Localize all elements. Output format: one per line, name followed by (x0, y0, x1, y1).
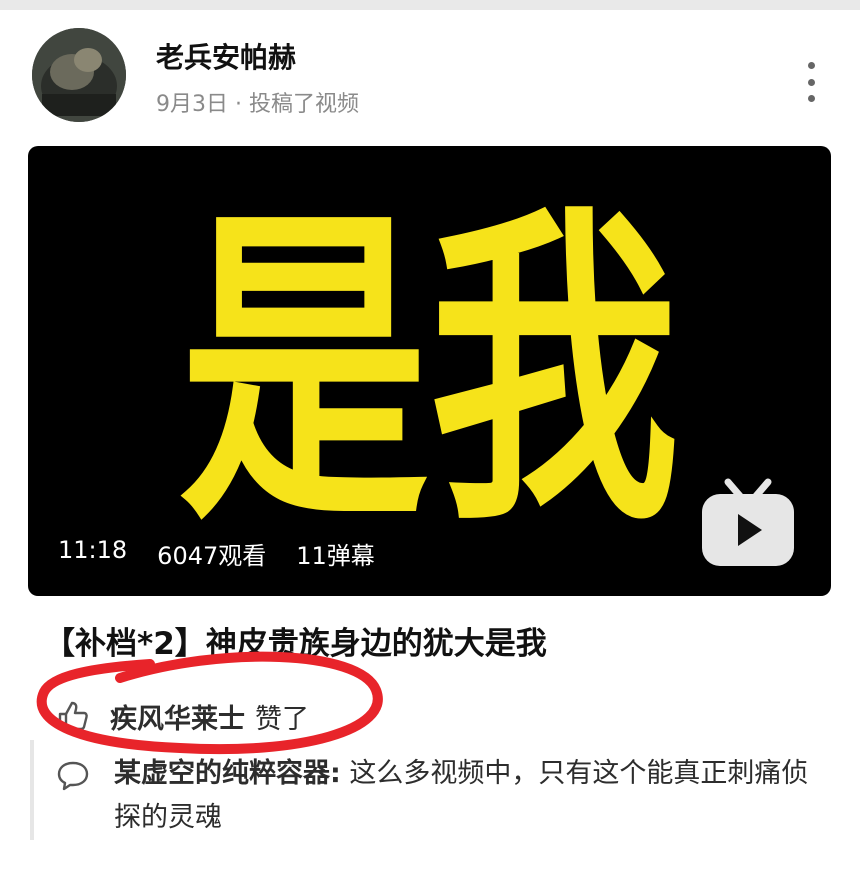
thumbs-up-icon[interactable] (56, 699, 90, 733)
comment-user[interactable]: 某虚空的纯粹容器: (114, 758, 341, 789)
comment-icon[interactable] (56, 760, 90, 792)
avatar-image (32, 28, 126, 122)
video-danmaku: 11弹幕 (296, 542, 375, 570)
avatar[interactable] (32, 28, 126, 122)
video-views: 6047观看 (157, 542, 267, 570)
like-row: 疾风华莱士 赞了 (56, 696, 309, 736)
video-title[interactable]: 【补档*2】神皮贵族身边的犹大是我 (44, 618, 547, 663)
more-vertical-icon[interactable] (796, 62, 826, 102)
video-duration: 11:18 (58, 536, 128, 564)
post-meta: 9月3日 · 投稿了视频 (156, 92, 359, 117)
video-stats: 11:18 6047观看 11弹幕 (58, 536, 375, 571)
comment-body: 某虚空的纯粹容器: 这么多视频中，只有这个能真正刺痛侦探的灵魂 (114, 752, 826, 840)
divider (30, 740, 34, 840)
like-action: 赞了 (255, 703, 309, 735)
video-cover[interactable]: 是我 11:18 6047观看 11弹幕 (28, 146, 831, 596)
top-strip (0, 0, 860, 10)
author-name[interactable]: 老兵安帕赫 (156, 36, 296, 76)
like-user[interactable]: 疾风华莱士 (110, 697, 245, 736)
bilibili-tv-icon (702, 478, 794, 566)
cover-text: 是我 (179, 180, 679, 564)
